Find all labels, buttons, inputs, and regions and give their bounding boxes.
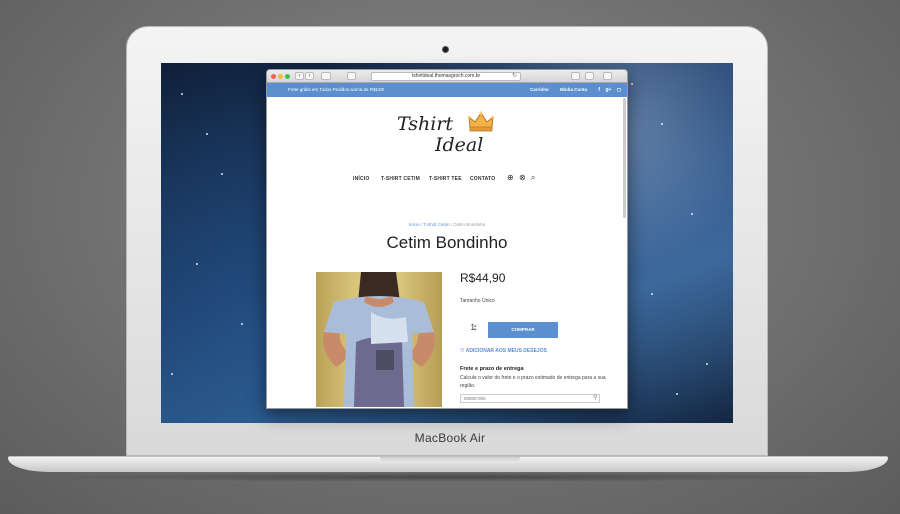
- social-links: f g+ ◻: [594, 83, 621, 97]
- close-window-button[interactable]: [271, 74, 276, 79]
- address-bar[interactable]: tshirtideal.thomasgroch.com.br ↻: [371, 72, 521, 81]
- nav-icons: ⊕ ⊗ ⌕: [507, 173, 538, 183]
- facebook-icon[interactable]: f: [598, 87, 600, 93]
- nav-item-contato[interactable]: CONTATO: [470, 176, 495, 182]
- cep-input[interactable]: [460, 394, 600, 403]
- url-text: tshirtideal.thomasgroch.com.br: [411, 73, 481, 79]
- quantity-input[interactable]: 1: [460, 322, 480, 334]
- breadcrumb-home[interactable]: Início: [409, 222, 420, 227]
- sidebar-toggle-icon[interactable]: [321, 72, 331, 80]
- shield-icon[interactable]: [347, 72, 356, 80]
- zoom-window-button[interactable]: [285, 74, 290, 79]
- quantity-stepper-icon[interactable]: ▴ ▾: [474, 324, 477, 333]
- account-link[interactable]: Minha Conta: [560, 87, 587, 92]
- minimize-window-button[interactable]: [278, 74, 283, 79]
- laptop-hinge-notch: [380, 457, 520, 463]
- search-icon[interactable]: ⌕: [531, 173, 535, 182]
- nav-item-tshirt-cetim[interactable]: T-SHIRT CETIM: [381, 176, 420, 182]
- cart-link[interactable]: Carrinho: [530, 87, 549, 92]
- nav-item-tshirt-tee[interactable]: T-SHIRT TEE: [429, 176, 462, 182]
- reload-icon[interactable]: ↻: [512, 73, 517, 80]
- scrollbar[interactable]: [623, 98, 626, 218]
- calculate-shipping-icon[interactable]: ⚲: [593, 394, 597, 401]
- breadcrumb-category[interactable]: T-Shirt Cetim: [423, 222, 449, 227]
- nav-item-inicio[interactable]: INÍCIO: [353, 176, 369, 182]
- shipping-description: Calcule o valor do frete e o prazo estim…: [460, 375, 606, 389]
- breadcrumb-current: Cetim Bondinho: [453, 222, 486, 227]
- site-topbar: Frete grátis em Todos Pedidos acima de R…: [267, 83, 627, 97]
- laptop-brand-label: MacBook Air: [414, 431, 486, 445]
- laptop-shadow: [40, 472, 860, 482]
- heart-icon: ♡: [460, 348, 465, 354]
- crown-icon: [467, 111, 495, 132]
- logo-line-1: Tshirt: [397, 113, 454, 135]
- account-links: Carrinho Minha Conta: [520, 83, 587, 97]
- browser-window: ‹ › tshirtideal.thomasgroch.com.br ↻ Fre…: [266, 69, 628, 409]
- forward-button[interactable]: ›: [305, 72, 314, 80]
- product-image[interactable]: [316, 272, 442, 407]
- logo-line-2: Ideal: [435, 134, 484, 156]
- product-title: Cetim Bondinho: [386, 233, 508, 252]
- browser-toolbar: ‹ › tshirtideal.thomasgroch.com.br ↻: [267, 70, 627, 83]
- back-button[interactable]: ‹: [295, 72, 304, 80]
- cart-icon[interactable]: ⊗: [519, 173, 526, 182]
- google-plus-icon[interactable]: g+: [605, 87, 611, 93]
- camera-icon: [442, 46, 449, 53]
- download-icon[interactable]: [603, 72, 612, 80]
- product-photo: [323, 272, 435, 407]
- add-to-wishlist-link[interactable]: ♡ ADICIONAR AOS MEUS DESEJOS: [460, 348, 547, 354]
- shipping-title: Frete e prazo de entrega: [460, 366, 524, 372]
- product-price: R$44,90: [460, 271, 506, 285]
- tabs-icon[interactable]: [585, 72, 594, 80]
- breadcrumb: Início / T-Shirt Cetim / Cetim Bondinho: [267, 222, 627, 227]
- wishlist-icon[interactable]: ⊕: [507, 173, 514, 182]
- buy-button[interactable]: COMPRAR: [488, 322, 558, 338]
- wishlist-label: ADICIONAR AOS MEUS DESEJOS: [465, 348, 547, 354]
- instagram-icon[interactable]: ◻: [617, 87, 621, 93]
- product-size: Tamanho Único: [460, 298, 495, 304]
- share-icon[interactable]: [571, 72, 580, 80]
- site-logo[interactable]: Tshirt Ideal: [397, 110, 507, 160]
- promo-text: Frete grátis em Todos Pedidos acima de R…: [288, 87, 385, 92]
